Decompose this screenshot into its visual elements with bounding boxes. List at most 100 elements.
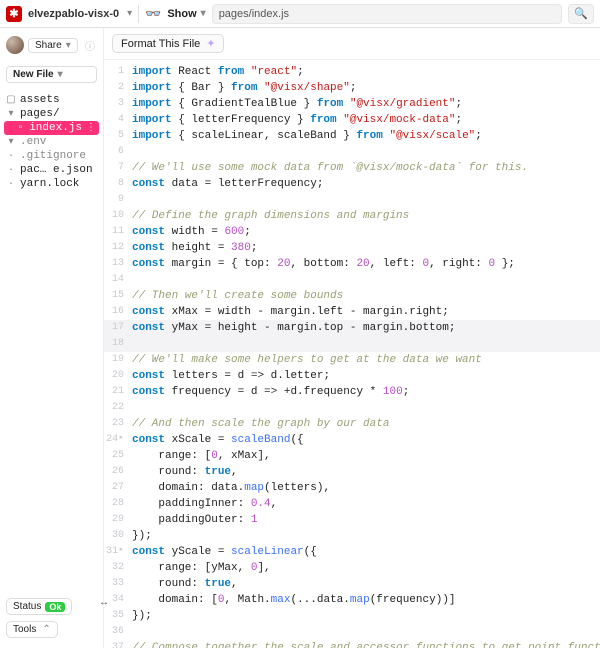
line-number: 31‣ [104, 544, 132, 560]
line-number: 35 [104, 608, 132, 624]
status-button[interactable]: Status Ok [6, 598, 72, 615]
format-file-button[interactable]: Format This File ✦ [112, 34, 224, 53]
code-line[interactable]: 22 [104, 400, 600, 416]
tree-label: pac… e.json [20, 164, 93, 176]
code-line[interactable]: 8const data = letterFrequency; [104, 176, 600, 192]
code-line[interactable]: 32 range: [yMax, 0], [104, 560, 600, 576]
code-line[interactable]: 30}); [104, 528, 600, 544]
code-line[interactable]: 35}); [104, 608, 600, 624]
tree-folder-pages[interactable]: ▾pages/ [4, 107, 99, 121]
show-label: Show [167, 8, 196, 20]
line-number: 2 [104, 80, 132, 96]
code-line[interactable]: 27 domain: data.map(letters), [104, 480, 600, 496]
show-dropdown[interactable]: Show ▾ [167, 8, 205, 20]
code-line[interactable]: 12const height = 380; [104, 240, 600, 256]
line-content: import { letterFrequency } from "@visx/m… [132, 112, 462, 128]
search-button[interactable]: 🔍 [568, 4, 594, 24]
line-content: domain: [0, Math.max(...data.map(frequen… [132, 592, 456, 608]
code-line[interactable]: 24‣const xScale = scaleBand({ [104, 432, 600, 448]
code-line[interactable]: 25 range: [0, xMax], [104, 448, 600, 464]
code-line[interactable]: 5import { scaleLinear, scaleBand } from … [104, 128, 600, 144]
divider [138, 5, 139, 23]
code-line[interactable]: 28 paddingInner: 0.4, [104, 496, 600, 512]
tree-label: index.js [29, 122, 82, 134]
line-number: 23 [104, 416, 132, 432]
code-line[interactable]: 16const xMax = width - margin.left - mar… [104, 304, 600, 320]
code-line[interactable]: 18 [104, 336, 600, 352]
code-line[interactable]: 6 [104, 144, 600, 160]
line-content: // Compose together the scale and access… [132, 640, 600, 648]
tree-label: assets [20, 94, 60, 106]
code-line[interactable]: 33 round: true, [104, 576, 600, 592]
line-number: 33 [104, 576, 132, 592]
more-icon[interactable]: ⋮ [86, 122, 97, 134]
code-line[interactable]: 29 paddingOuter: 1 [104, 512, 600, 528]
search-icon: 🔍 [574, 7, 588, 20]
code-line[interactable]: 4import { letterFrequency } from "@visx/… [104, 112, 600, 128]
line-number: 17 [104, 320, 132, 336]
path-input[interactable]: pages/index.js [212, 4, 562, 24]
tree-file-index[interactable]: ▫index.js⋮ [4, 121, 99, 135]
info-icon[interactable]: ⓘ [85, 38, 95, 53]
chevron-down-icon: ▾ [58, 69, 63, 80]
line-content: const data = letterFrequency; [132, 176, 323, 192]
project-name[interactable]: elvezpablo-visx-0 [28, 8, 119, 20]
line-number: 15 [104, 288, 132, 304]
chevron-down-icon[interactable]: ▾ [127, 8, 132, 19]
code-line[interactable]: 7// We'll use some mock data from `@visx… [104, 160, 600, 176]
code-line[interactable]: 23// And then scale the graph by our dat… [104, 416, 600, 432]
code-line[interactable]: 26 round: true, [104, 464, 600, 480]
code-line[interactable]: 3import { GradientTealBlue } from "@visx… [104, 96, 600, 112]
code-line[interactable]: 36 [104, 624, 600, 640]
avatar[interactable] [6, 36, 24, 54]
line-number: 32 [104, 560, 132, 576]
logo-icon: ✱ [6, 6, 22, 22]
line-number: 36 [104, 624, 132, 640]
line-number: 37 [104, 640, 132, 648]
code-line[interactable]: 13const margin = { top: 20, bottom: 20, … [104, 256, 600, 272]
code-line[interactable]: 21const frequency = d => +d.frequency * … [104, 384, 600, 400]
code-line[interactable]: 1import React from "react"; [104, 64, 600, 80]
line-content: const frequency = d => +d.frequency * 10… [132, 384, 409, 400]
tree-file-package[interactable]: ·pac… e.json [4, 163, 99, 177]
code-line[interactable]: 15// Then we'll create some bounds [104, 288, 600, 304]
line-content: import { scaleLinear, scaleBand } from "… [132, 128, 482, 144]
line-content: import { Bar } from "@visx/shape"; [132, 80, 356, 96]
code-line[interactable]: 14 [104, 272, 600, 288]
line-number: 27 [104, 480, 132, 496]
code-line[interactable]: 37// Compose together the scale and acce… [104, 640, 600, 648]
code-line[interactable]: 34 domain: [0, Math.max(...data.map(freq… [104, 592, 600, 608]
line-content: paddingInner: 0.4, [132, 496, 277, 512]
code-area[interactable]: 1import React from "react";2import { Bar… [104, 60, 600, 648]
sidebar: Share ▾ ⓘ New File ▾ ▢assets ▾pages/ ▫in… [0, 28, 104, 648]
share-button[interactable]: Share ▾ [28, 38, 78, 53]
line-number: 11 [104, 224, 132, 240]
tools-button[interactable]: Tools ⌃ [6, 621, 58, 638]
code-line[interactable]: 20const letters = d => d.letter; [104, 368, 600, 384]
line-number: 4 [104, 112, 132, 128]
line-number: 25 [104, 448, 132, 464]
code-line[interactable]: 9 [104, 192, 600, 208]
line-content: import { GradientTealBlue } from "@visx/… [132, 96, 462, 112]
line-content: import React from "react"; [132, 64, 304, 80]
code-line[interactable]: 2import { Bar } from "@visx/shape"; [104, 80, 600, 96]
tree-folder-assets[interactable]: ▢assets [4, 93, 99, 107]
tree-file-gitignore[interactable]: ·.gitignore [4, 149, 99, 163]
code-line[interactable]: 11const width = 600; [104, 224, 600, 240]
line-number: 21 [104, 384, 132, 400]
code-line[interactable]: 10// Define the graph dimensions and mar… [104, 208, 600, 224]
tree-label: .gitignore [20, 150, 86, 162]
new-file-button[interactable]: New File ▾ [6, 66, 97, 83]
topbar: ✱ elvezpablo-visx-0 ▾ 👓 Show ▾ pages/ind… [0, 0, 600, 28]
tree-file-yarnlock[interactable]: ·yarn.lock [4, 177, 99, 191]
line-content: // We'll use some mock data from `@visx/… [132, 160, 528, 176]
code-line[interactable]: 31‣const yScale = scaleLinear({ [104, 544, 600, 560]
file-tree: ▢assets ▾pages/ ▫index.js⋮ ▾.env ·.gitig… [4, 93, 99, 191]
resize-handle-icon[interactable]: ↔ [99, 597, 109, 608]
code-line[interactable]: 19// We'll make some helpers to get at t… [104, 352, 600, 368]
code-line[interactable]: 17const yMax = height - margin.top - mar… [104, 320, 600, 336]
line-number: 8 [104, 176, 132, 192]
tree-file-env[interactable]: ▾.env [4, 135, 99, 149]
line-content: const yScale = scaleLinear({ [132, 544, 317, 560]
share-label: Share [35, 40, 62, 51]
